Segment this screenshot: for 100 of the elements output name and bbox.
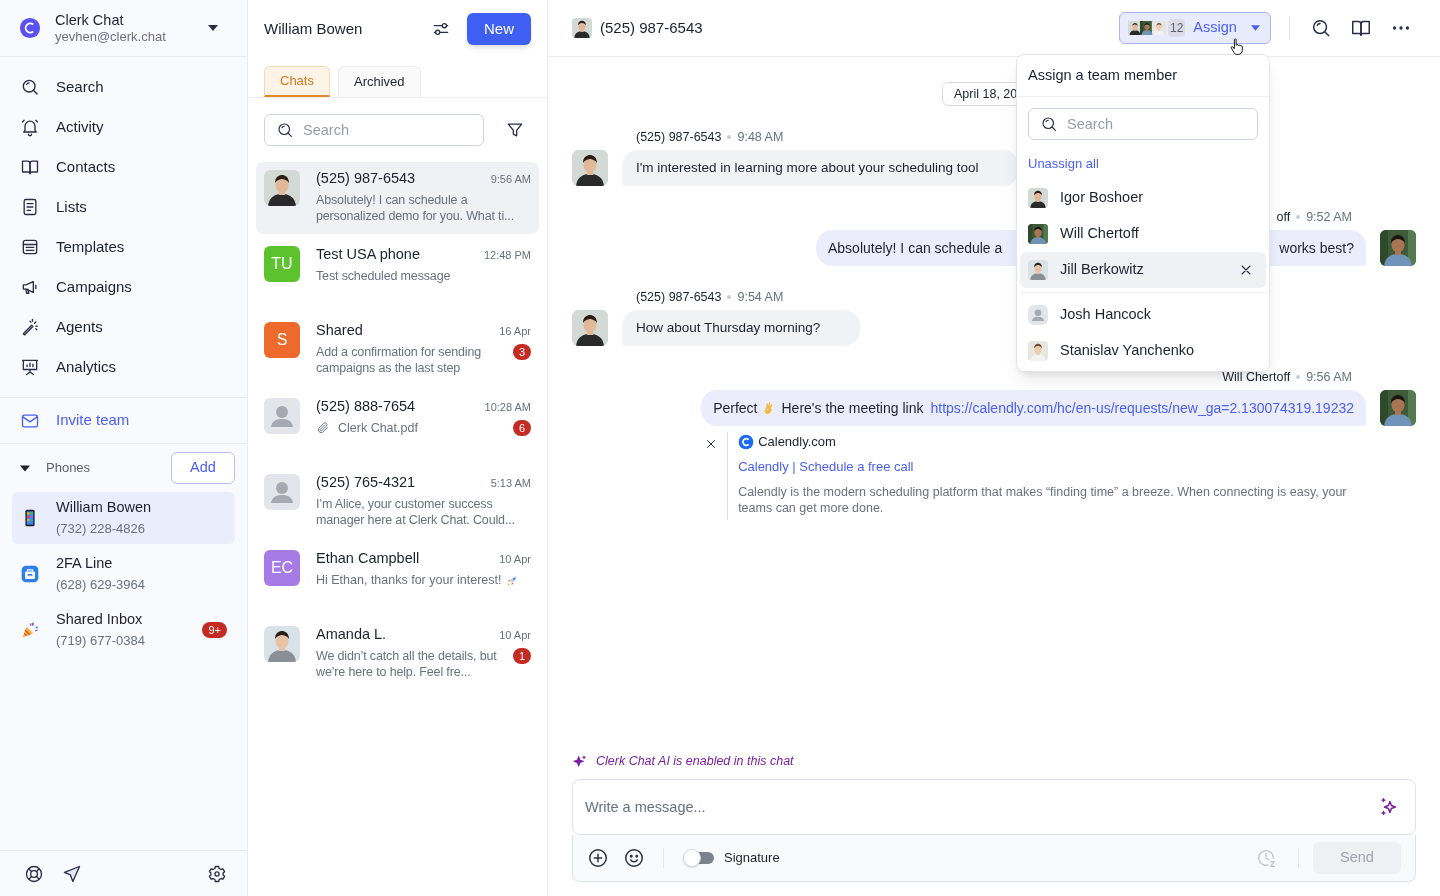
site-name: Calendly.com [758,433,836,451]
chat-item[interactable]: S Shared 16 Apr Add a confirmation for sending campaigns as the last step 3 [256,314,539,386]
site-logo-icon [738,433,755,450]
sender-name: Will Chertoff [1222,368,1291,386]
chat-item[interactable]: Amanda L. 10 Apr We didn’t catch all the details, but we’re here to help. Feel fre... 1 [256,618,539,690]
settings-icon[interactable] [207,863,227,884]
search-field[interactable]: Search [264,114,484,146]
rocket-icon [505,573,519,587]
nav-item[interactable]: Analytics [0,347,247,387]
member-item[interactable]: Igor Boshoer [1020,180,1266,216]
list-title: William Bowen [264,18,363,39]
add-circle-icon[interactable] [587,847,609,869]
party-popper-icon [20,620,40,640]
contact-name: (525) 987-6543 [316,169,416,189]
unread-badge: 9+ [202,622,227,638]
chat-item[interactable]: EC Ethan Campbell 10 Apr Hi Ethan, thanks for your interest! [256,542,539,614]
add-button[interactable]: Add [171,452,235,484]
contact-name: (525) 765-4321 [316,473,416,493]
chat-item[interactable]: (525) 765-4321 5:13 AM I’m Alice, your customer success manager here at Clerk Chat. Could... [256,466,539,538]
nav-item[interactable]: Campaigns [0,267,247,307]
sender-name: off [1276,208,1291,226]
app-icon [20,564,40,584]
message-time: 9:48 AM [737,128,784,146]
search-icon [20,77,40,97]
contact-name: Amanda L. [316,625,387,645]
incoming-bubble: I'm interested in learning more about your scheduling tool [622,150,1019,186]
sparkle-icon [572,753,588,770]
signature-label: Signature [724,849,780,868]
account-email: yevhen@clerk.chat [55,28,166,46]
preview-title-link[interactable]: Calendly | Schedule a free call [738,456,1366,476]
message-field[interactable]: Write a message... [572,779,1416,835]
message-preview: I’m Alice, your customer success manager here at Clerk Chat. Could... [316,496,516,528]
contact-name: (525) 888-7654 [316,397,416,417]
line-name: 2FA Line [56,554,114,573]
nav-item[interactable]: Search [0,67,247,107]
nav-item[interactable]: Contacts [0,147,247,187]
message-time: 9:52 AM [1306,208,1352,226]
lifebuoy-icon[interactable] [24,863,44,884]
caret-icon[interactable] [20,463,30,473]
phone-number: (732) 228-4826 [56,521,146,538]
phone-number: (719) 677-0384 [56,633,145,650]
chat-item[interactable]: (525) 987-6543 9:56 AM Absolutely! I can schedule a personalized demo for you. What ti... [256,162,539,234]
unread-badge: 6 [513,420,531,436]
phone-line-item[interactable]: William Bowen (732) 228-4826 [12,492,235,544]
assignee-count: 12 [1168,19,1186,37]
paperclip-icon [316,421,330,435]
meeting-link[interactable]: https://calendly.com/hc/en-us/requests/new_ga=2.130074319.19232 [930,397,1354,419]
nav-item[interactable]: Lists [0,187,247,227]
invite-link[interactable]: Invite team [0,398,247,444]
timestamp: 9:56 AM [490,171,531,187]
search-field[interactable]: Search [1028,108,1258,140]
timestamp: 10:28 AM [484,399,531,415]
section-label: Phones [46,459,91,478]
assign-button[interactable]: 12 Assign [1119,12,1271,44]
unread-badge: 3 [513,344,531,360]
timestamp: 5:13 AM [490,475,531,491]
signature-toggle[interactable] [684,852,714,864]
phone-line-item[interactable]: 2FA Line (628) 629-3964 [12,548,235,600]
send-icon[interactable] [62,863,82,884]
board-icon [20,357,40,377]
conversation-title: (525) 987-6543 [600,17,703,38]
contact-name: Shared [316,321,363,341]
unread-badge: 1 [513,648,531,664]
message-preview: Clerk Chat.pdf [338,420,418,436]
member-item[interactable]: Josh Hancock [1020,297,1266,333]
search-icon [1040,115,1058,133]
chat-item[interactable]: TU Test USA phone 12:48 PM Test scheduled message [256,238,539,310]
message-preview: Add a confirmation for sending campaigns as the last step [316,344,483,376]
search-icon[interactable] [1310,17,1332,39]
initials-avatar: S [264,322,300,358]
unassign-all-link[interactable]: Unassign all [1028,154,1099,174]
line-name: William Bowen [56,498,152,517]
new-button[interactable]: New [467,13,531,45]
sender-name: (525) 987-6543 [636,288,722,306]
template-icon [20,237,40,257]
message-preview: We didn’t catch all the details, but we’re here to help. Feel fre... [316,648,498,680]
outgoing-bubble: Perfect Here's the meeting link https://calendly.com/hc/en-us/requests/new_ga=2.130074319.19232 [701,390,1366,426]
line-name: Shared Inbox [56,610,144,629]
chat-item[interactable]: (525) 888-7654 10:28 AM Clerk Chat.pdf 6 [256,390,539,462]
timestamp: 16 Apr [499,323,531,339]
menu-title: Assign a team member [1028,65,1178,85]
smile-icon[interactable] [623,847,645,869]
timestamp: 12:48 PM [483,247,531,263]
member-item[interactable]: Jill Berkowitz [1020,252,1266,288]
avatar-placeholder [264,398,300,434]
contact-name: Ethan Campbell [316,549,420,569]
nav-item[interactable]: Activity [0,107,247,147]
nav-item[interactable]: Agents [0,307,247,347]
caret-icon[interactable] [208,25,218,31]
nav-item[interactable]: Templates [0,227,247,267]
timestamp: 10 Apr [499,551,531,567]
wand-icon [20,317,40,337]
message-preview: Absolutely! I can schedule a personalized demo for you. What ti... [316,192,516,224]
member-item[interactable]: Stanislav Yanchenko [1020,333,1266,369]
contact-name: Test USA phone [316,245,420,265]
phone-line-item[interactable]: Shared Inbox (719) 677-0384 9+ [12,604,235,656]
message-preview: Hi Ethan, thanks for your interest! [316,572,502,588]
timestamp: 10 Apr [499,627,531,643]
preview-description: Calendly is the modern scheduling platform that makes “finding time” a breeze. When connecting is easy, your teams can get more done. [738,484,1348,516]
tab[interactable]: Archived [337,66,421,97]
